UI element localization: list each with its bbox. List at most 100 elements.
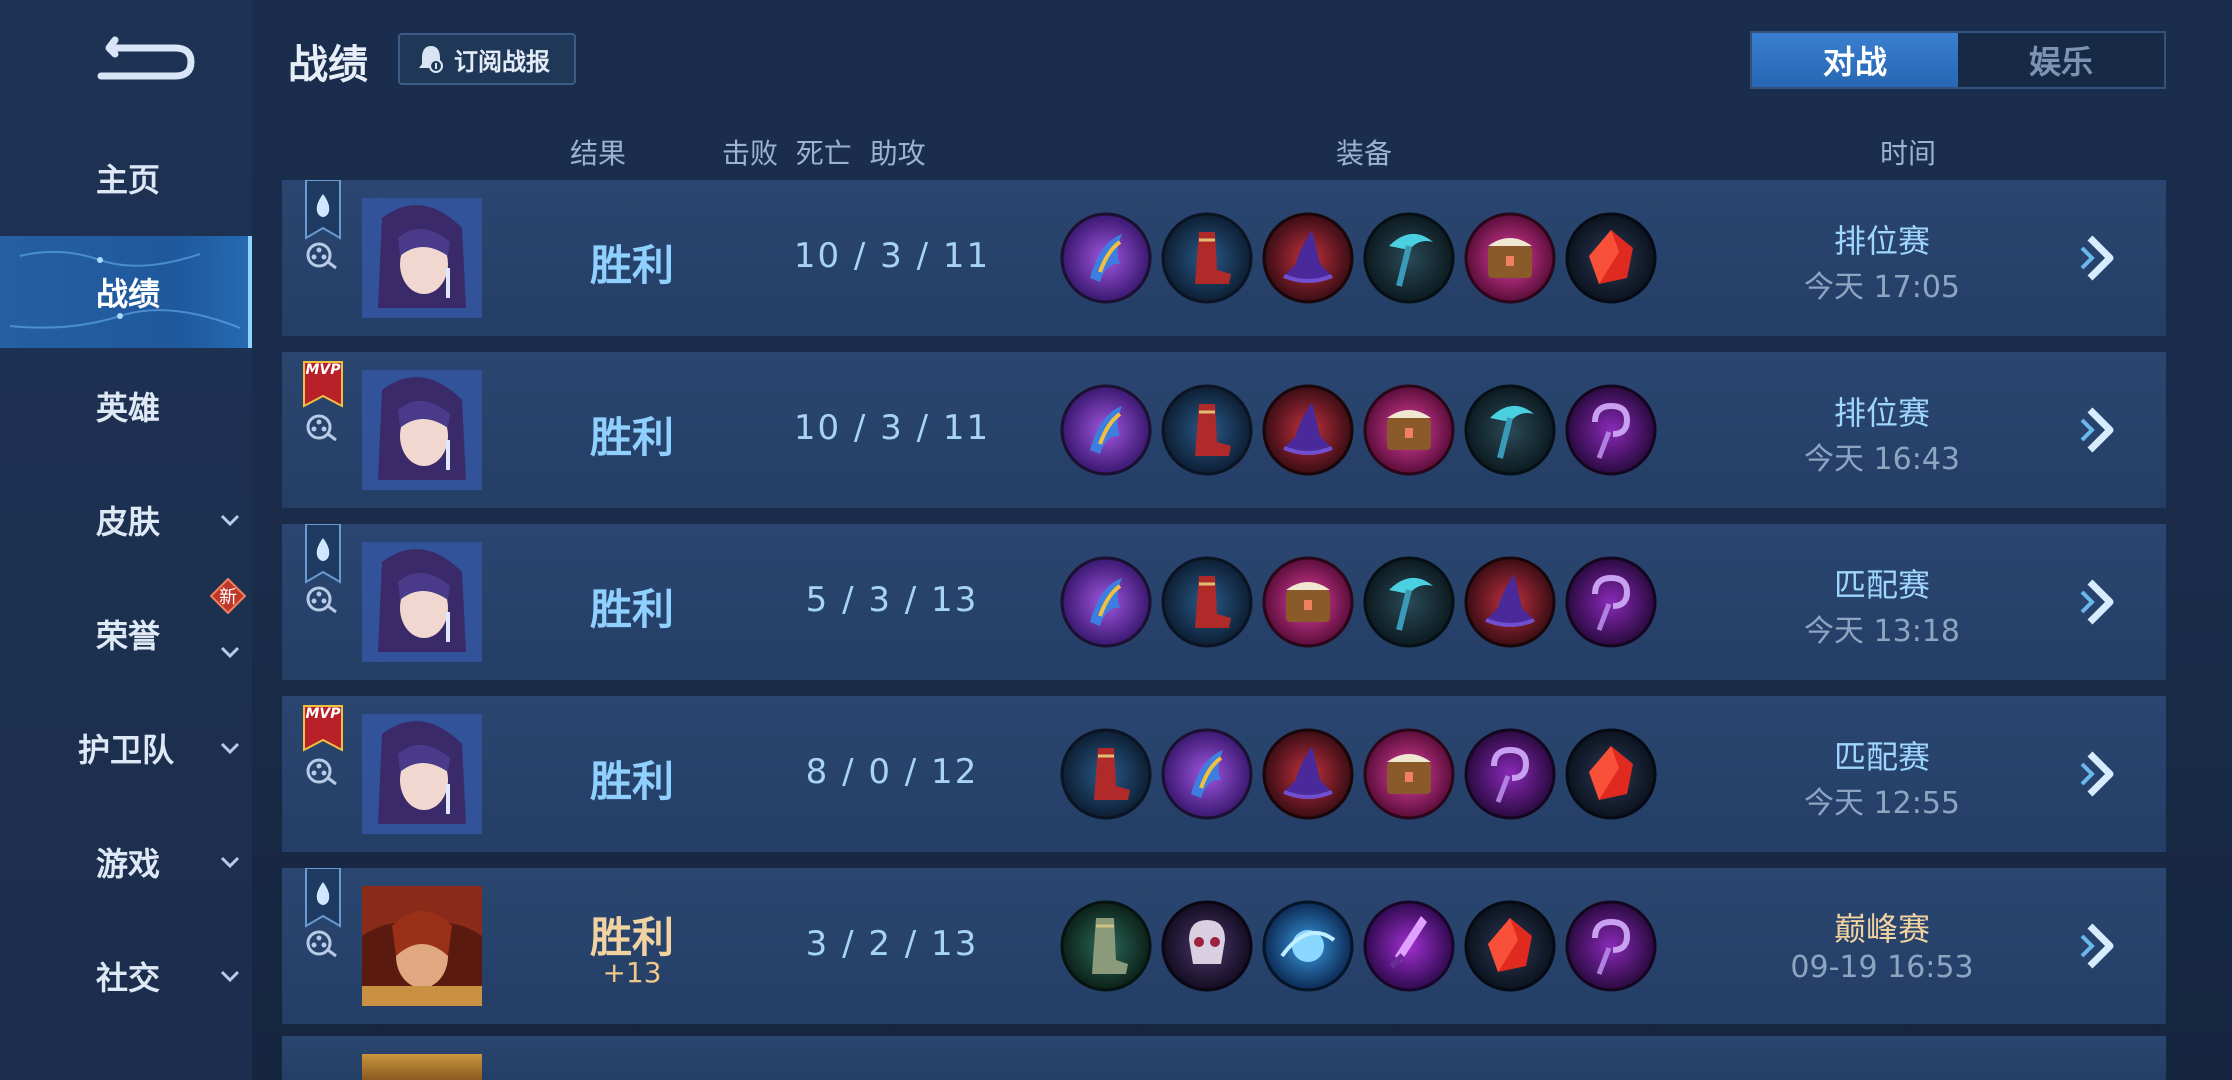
sidebar-item-heroes[interactable]: 英雄 [0,350,252,462]
hero-avatar [362,370,482,490]
equipment-list [1060,212,1657,304]
mvp-badge-icon: MVP [303,361,343,408]
rank-flag-icon [305,524,341,584]
rank-flag-icon [305,868,341,928]
purple-staff-item-icon [1464,728,1556,820]
chevron-down-icon [220,856,240,869]
mode-toggle: 对战 娱乐 [1750,31,2166,89]
purple-hat-item-icon [1262,384,1354,476]
match-time: 今天 16:43 [1804,442,1960,477]
chevron-right-icon[interactable] [2076,748,2124,800]
back-icon[interactable] [95,30,195,86]
kda-value: 10 / 3 / 11 [793,408,991,448]
tab-battle[interactable]: 对战 [1752,33,1958,87]
purple-feather-item-icon [1060,556,1152,648]
sidebar-item-social[interactable]: 社交 [0,920,252,1032]
chevron-right-icon[interactable] [2076,232,2124,284]
sidebar-item-skins[interactable]: 皮肤 [0,464,252,576]
hero-avatar [362,714,482,834]
replay-icon[interactable] [304,240,338,270]
hero-avatar [362,1054,482,1080]
bell-icon [419,46,443,73]
match-row[interactable]: 胜利 5 / 3 / 13 匹配赛 今天 13:18 [282,524,2166,680]
replay-icon[interactable] [304,756,338,786]
rank-flag-icon [305,180,341,240]
match-mode: 匹配赛 [1833,566,1930,604]
sidebar-item-games[interactable]: 游戏 [0,806,252,918]
match-row[interactable]: MVP 胜利 8 / 0 / 12 匹配赛 今天 12:55 [282,696,2166,852]
match-row-partial[interactable] [282,1036,2166,1080]
new-badge-icon: 新 [210,578,246,614]
match-mode: 排位赛 [1833,394,1930,432]
teal-scythe-item-icon [1363,212,1455,304]
purple-staff-item-icon [1565,900,1657,992]
svg-text:MVP: MVP [305,706,341,722]
sidebar-item-label: 战绩 [96,275,161,313]
skull-mask-item-icon [1161,900,1253,992]
sidebar-item-guard[interactable]: 护卫队 [0,692,252,804]
sidebar-item-label: 荣誉 [96,617,161,655]
kda-value: 8 / 0 / 12 [805,752,979,792]
match-result: 胜利 [589,585,674,634]
purple-staff-item-icon [1565,384,1657,476]
sidebar-item-label: 皮肤 [96,503,161,541]
match-mode: 排位赛 [1833,222,1930,260]
red-boots-item-icon [1161,212,1253,304]
equipment-list [1060,900,1657,992]
column-header-kda: 击败 死亡 助攻 [722,137,926,170]
kda-value: 10 / 3 / 11 [793,236,991,276]
red-boots-item-icon [1161,556,1253,648]
rating-change: +13 [602,956,662,989]
purple-hat-item-icon [1464,556,1556,648]
purple-hat-item-icon [1262,212,1354,304]
chevron-down-icon [220,742,240,755]
mvp-badge-icon: MVP [303,705,343,752]
chevron-right-icon[interactable] [2076,576,2124,628]
page-title: 战绩 [288,42,368,88]
equipment-list [1060,728,1657,820]
sidebar-item-label: 护卫队 [78,731,175,769]
purple-hat-item-icon [1262,728,1354,820]
match-time: 今天 17:05 [1804,270,1960,305]
tab-entertainment[interactable]: 娱乐 [1958,33,2164,87]
replay-icon[interactable] [304,412,338,442]
sidebar-item-label: 游戏 [96,845,161,883]
match-time: 09-19 16:53 [1790,950,1974,985]
sidebar-item-label: 英雄 [96,389,161,427]
match-mode: 巅峰赛 [1833,910,1930,948]
chevron-down-icon [220,646,240,659]
pink-book-item-icon [1363,384,1455,476]
match-row[interactable]: 胜利 10 / 3 / 11 排位赛 今天 17:05 [282,180,2166,336]
pink-book-item-icon [1262,556,1354,648]
column-header-result: 结果 [570,137,627,170]
match-result: 胜利 [589,241,674,290]
chevron-right-icon[interactable] [2076,920,2124,972]
chevron-down-icon [220,970,240,983]
hero-avatar [362,542,482,662]
match-row[interactable]: MVP 胜利 10 / 3 / 11 排位赛 今天 16:43 [282,352,2166,508]
subscribe-label: 订阅战报 [454,47,550,76]
chevron-right-icon[interactable] [2076,404,2124,456]
column-header-time: 时间 [1880,137,1937,170]
teal-scythe-item-icon [1464,384,1556,476]
sidebar-item-home[interactable]: 主页 [0,122,252,234]
equipment-list [1060,384,1657,476]
red-boots-item-icon [1161,384,1253,476]
red-gem-item-icon [1565,728,1657,820]
match-row[interactable]: 胜利 +13 3 / 2 / 13 巅峰赛 09-19 16:53 [282,868,2166,1024]
column-header-equipment: 装备 [1336,137,1393,170]
purple-feather-item-icon [1060,384,1152,476]
subscribe-report-button[interactable]: 订阅战报 [398,33,576,85]
svg-text:MVP: MVP [305,362,341,378]
red-gem-item-icon [1464,900,1556,992]
replay-icon[interactable] [304,928,338,958]
sidebar-item-records[interactable]: 战绩 [0,236,252,348]
kda-value: 3 / 2 / 13 [805,924,979,964]
replay-icon[interactable] [304,584,338,614]
purple-staff-item-icon [1565,556,1657,648]
pink-book-item-icon [1464,212,1556,304]
teal-scythe-item-icon [1363,556,1455,648]
match-time: 今天 13:18 [1804,614,1960,649]
purple-feather-item-icon [1161,728,1253,820]
purple-blade-item-icon [1363,900,1455,992]
